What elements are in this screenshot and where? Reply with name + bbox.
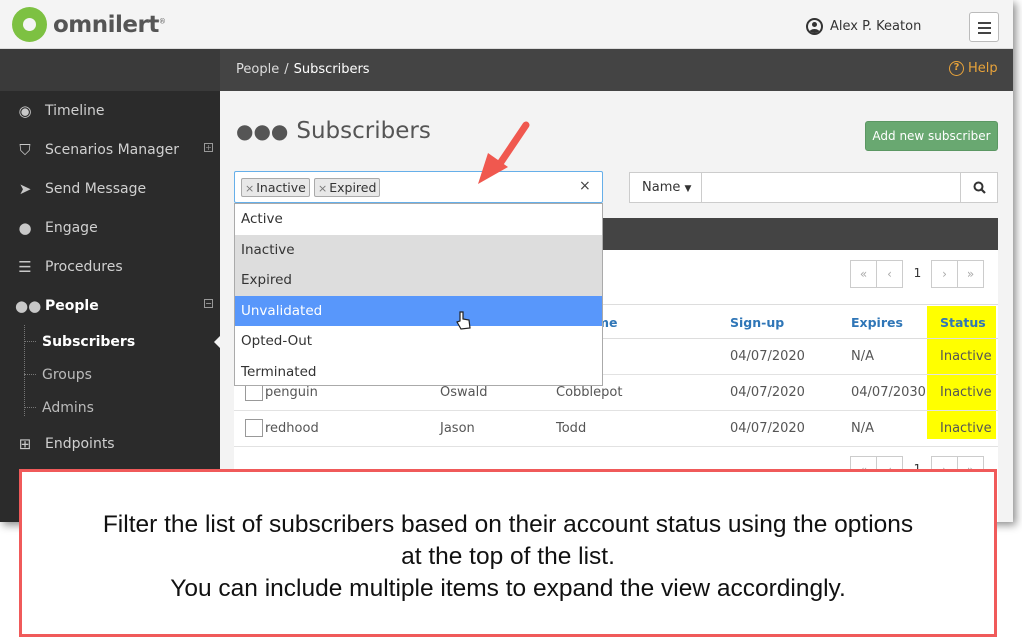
app-window: omnilert® Alex P. Keaton ◉ Timeline ⛉ Sc… <box>0 0 1013 522</box>
callout-line-3: You can include multiple items to expand… <box>170 575 846 602</box>
callout-line-1: Filter the list of subscribers based on … <box>102 511 914 538</box>
hand-cursor-icon <box>456 311 471 330</box>
callout-line-2: at the top of the list. <box>401 543 615 570</box>
annotation-arrow <box>456 121 530 330</box>
instruction-callout: Filter the list of subscribers based on … <box>19 469 997 637</box>
